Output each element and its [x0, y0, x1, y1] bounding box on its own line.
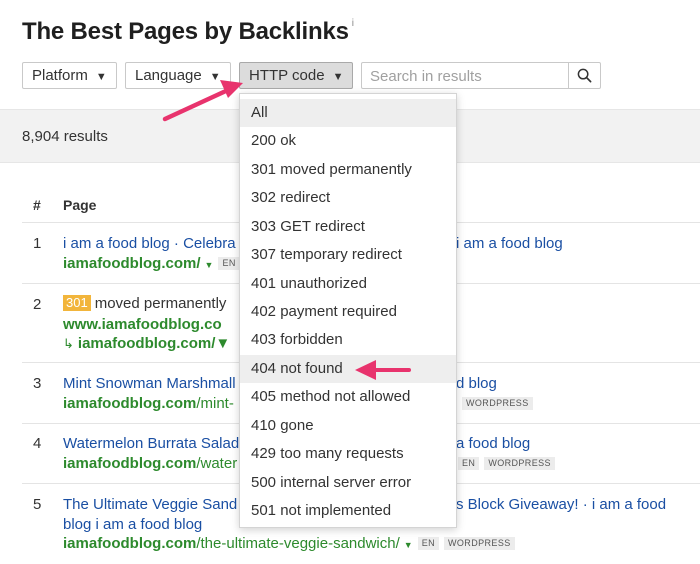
page-title-text: The Best Pages by Backlinks [22, 18, 349, 45]
dropdown-option-404[interactable]: 404 not found [240, 355, 456, 383]
dropdown-option-301[interactable]: 301 moved permanently [240, 156, 456, 184]
http-code-filter-button[interactable]: HTTP code ▼ [239, 62, 354, 89]
row-number: 5 [33, 496, 42, 513]
page-url-domain[interactable]: iamafoodblog.com [63, 535, 196, 552]
page-title-link[interactable]: d blog [456, 375, 497, 392]
redirect-url-link[interactable]: iamafoodblog.com/ [78, 335, 216, 352]
row-number: 3 [33, 375, 42, 392]
caret-down-icon[interactable]: ▼ [404, 540, 413, 550]
http-code-filter-label: HTTP code [249, 67, 325, 84]
page-title-link[interactable]: i am a food blog · Celebra [63, 235, 236, 252]
dropdown-option-302[interactable]: 302 redirect [240, 184, 456, 212]
page-url: iamafoodblog.com/water [63, 455, 237, 472]
row-number: 2 [33, 296, 42, 313]
dropdown-option-all[interactable]: All [240, 99, 456, 127]
caret-down-icon[interactable]: ▼ [215, 335, 230, 352]
page-title-link[interactable]: s Block Giveaway! · i am a food [456, 496, 666, 513]
page-url-link[interactable]: www.iamafoodblog.co [63, 316, 222, 333]
platform-filter-button[interactable]: Platform ▼ [22, 62, 117, 89]
page-tags: WORDPRESS [457, 395, 533, 412]
info-icon[interactable]: i [352, 18, 354, 29]
page-url: iamafoodblog.com/the-ultimate-veggie-san… [63, 535, 515, 552]
platform-filter-label: Platform [32, 67, 88, 84]
search-box [361, 62, 601, 89]
dropdown-option-401[interactable]: 401 unauthorized [240, 270, 456, 298]
dropdown-option-501[interactable]: 501 not implemented [240, 497, 456, 525]
page-tags: EN WORDPRESS [453, 455, 555, 472]
page-title-link[interactable]: Watermelon Burrata Salad [63, 435, 239, 452]
page-url: www.iamafoodblog.co [63, 316, 222, 333]
caret-down-icon: ▼ [209, 71, 221, 83]
column-header-num[interactable]: # [33, 197, 41, 213]
page-url: iamafoodblog.com/ ▼ EN [63, 255, 240, 272]
page-url-path[interactable]: /mint- [196, 395, 234, 412]
status-badge: 301 [63, 295, 91, 311]
dropdown-option-307[interactable]: 307 temporary redirect [240, 241, 456, 269]
language-tag: EN [417, 537, 440, 550]
redirect-url: ↳ iamafoodblog.com/▼ [63, 335, 230, 352]
language-filter-label: Language [135, 67, 202, 84]
dropdown-option-429[interactable]: 429 too many requests [240, 440, 456, 468]
page-url: iamafoodblog.com/mint- [63, 395, 234, 412]
http-code-dropdown: All 200 ok 301 moved permanently 302 red… [239, 93, 457, 528]
row-number: 1 [33, 235, 42, 252]
dropdown-option-405[interactable]: 405 method not allowed [240, 383, 456, 411]
platform-tag: WORDPRESS [444, 537, 515, 550]
results-count: 8,904 results [22, 128, 108, 145]
dropdown-option-500[interactable]: 500 internal server error [240, 469, 456, 497]
caret-down-icon: ▼ [332, 71, 344, 83]
status-text: moved permanently [94, 295, 227, 312]
page-title: The Best Pages by Backlinks i [22, 18, 354, 46]
page-url-domain[interactable]: iamafoodblog.com [63, 395, 196, 412]
dropdown-option-402[interactable]: 402 payment required [240, 298, 456, 326]
row-number: 4 [33, 435, 42, 452]
column-header-page[interactable]: Page [63, 197, 96, 213]
page-url-link[interactable]: iamafoodblog.com/ [63, 255, 201, 272]
caret-down-icon[interactable]: ▼ [205, 260, 214, 270]
page-title-link[interactable]: The Ultimate Veggie Sand [63, 496, 237, 513]
dropdown-option-403[interactable]: 403 forbidden [240, 326, 456, 354]
redirect-arrow-icon: ↳ [63, 336, 74, 351]
language-tag: EN [458, 457, 480, 470]
search-icon [577, 68, 592, 83]
platform-tag: WORDPRESS [484, 457, 555, 470]
platform-tag: WORDPRESS [462, 397, 533, 410]
status-line: 301 moved permanently [63, 295, 226, 313]
page-url-domain[interactable]: iamafoodblog.com [63, 455, 196, 472]
page-title-link[interactable]: Mint Snowman Marshmall [63, 375, 236, 392]
search-input[interactable] [370, 66, 565, 86]
caret-down-icon: ▼ [95, 71, 107, 83]
language-filter-button[interactable]: Language ▼ [125, 62, 231, 89]
page-title-link[interactable]: i am a food blog [456, 235, 563, 252]
dropdown-option-410[interactable]: 410 gone [240, 412, 456, 440]
language-tag: EN [218, 257, 240, 270]
page-title-link[interactable]: blog i am a food blog [63, 516, 202, 533]
search-button[interactable] [568, 63, 600, 88]
page-title-link[interactable]: a food blog [456, 435, 530, 452]
dropdown-option-303[interactable]: 303 GET redirect [240, 213, 456, 241]
page-url-path[interactable]: /the-ultimate-veggie-sandwich/ [196, 535, 399, 552]
page-url-path[interactable]: /water [196, 455, 237, 472]
dropdown-option-200[interactable]: 200 ok [240, 127, 456, 155]
